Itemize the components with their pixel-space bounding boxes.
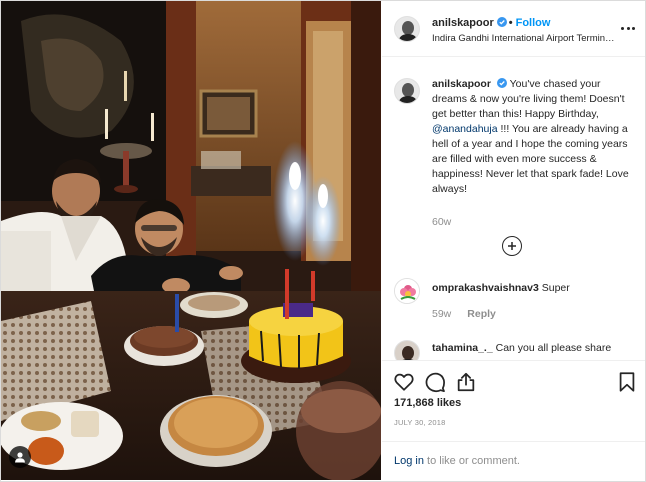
bookmark-icon[interactable] xyxy=(616,371,638,393)
verified-badge-icon xyxy=(496,78,507,88)
birthday-party-photo xyxy=(1,1,381,480)
login-prompt: Log in to like or comment. xyxy=(394,455,520,467)
comments-area: anilskapoor You've chased your dreams & … xyxy=(382,58,645,360)
comment-text: Super xyxy=(541,282,570,294)
comment-author[interactable]: tahamina_._ xyxy=(432,342,493,354)
likes-count[interactable]: 171,868 likes xyxy=(394,397,461,409)
post-side-panel: anilskapoor • Follow Indira Gandhi Interna… xyxy=(382,1,645,480)
commenter-avatar[interactable] xyxy=(394,340,420,360)
login-link[interactable]: Log in xyxy=(394,455,424,467)
user-tag-icon[interactable] xyxy=(9,446,31,468)
author-avatar[interactable] xyxy=(394,16,420,42)
heart-icon[interactable] xyxy=(393,371,415,393)
comment-item: tahamina_._ Can you all please share xyxy=(432,341,630,356)
separator-dot: • xyxy=(508,17,513,29)
login-prompt-text: to like or comment. xyxy=(423,455,520,467)
caption-mention-link[interactable]: @anandahuja xyxy=(432,123,498,135)
reply-button[interactable]: Reply xyxy=(467,308,496,320)
verified-badge-icon xyxy=(496,17,507,27)
author-username[interactable]: anilskapoor xyxy=(432,17,494,29)
header-user-line: anilskapoor • Follow xyxy=(432,17,550,29)
share-icon[interactable] xyxy=(455,371,477,393)
post-photo[interactable] xyxy=(1,1,381,480)
comment-item: omprakashvaishnav3 Super xyxy=(432,281,630,296)
caption-author[interactable]: anilskapoor xyxy=(432,78,491,90)
post-header: anilskapoor • Follow Indira Gandhi Interna… xyxy=(382,1,645,57)
commenter-avatar[interactable] xyxy=(394,278,420,304)
more-options-icon[interactable] xyxy=(621,25,635,31)
caption: anilskapoor You've chased your dreams & … xyxy=(432,77,630,197)
location-link[interactable]: Indira Gandhi International Airport Term… xyxy=(432,33,618,44)
caption-age[interactable]: 60w xyxy=(432,216,451,228)
comment-bubble-icon[interactable] xyxy=(424,371,446,393)
post-date[interactable]: JULY 30, 2018 xyxy=(394,418,446,427)
comment-meta: 59w Reply xyxy=(432,308,496,320)
follow-button[interactable]: Follow xyxy=(516,17,551,29)
post-actions: 171,868 likes JULY 30, 2018 Log in to li… xyxy=(382,360,645,480)
comment-author[interactable]: omprakashvaishnav3 xyxy=(432,282,539,294)
plus-circle-icon[interactable] xyxy=(502,236,522,256)
caption-author-avatar[interactable] xyxy=(394,78,420,104)
comment-age[interactable]: 59w xyxy=(432,308,451,320)
login-bar: Log in to like or comment. xyxy=(382,441,645,481)
comment-text: Can you all please share xyxy=(495,342,612,354)
